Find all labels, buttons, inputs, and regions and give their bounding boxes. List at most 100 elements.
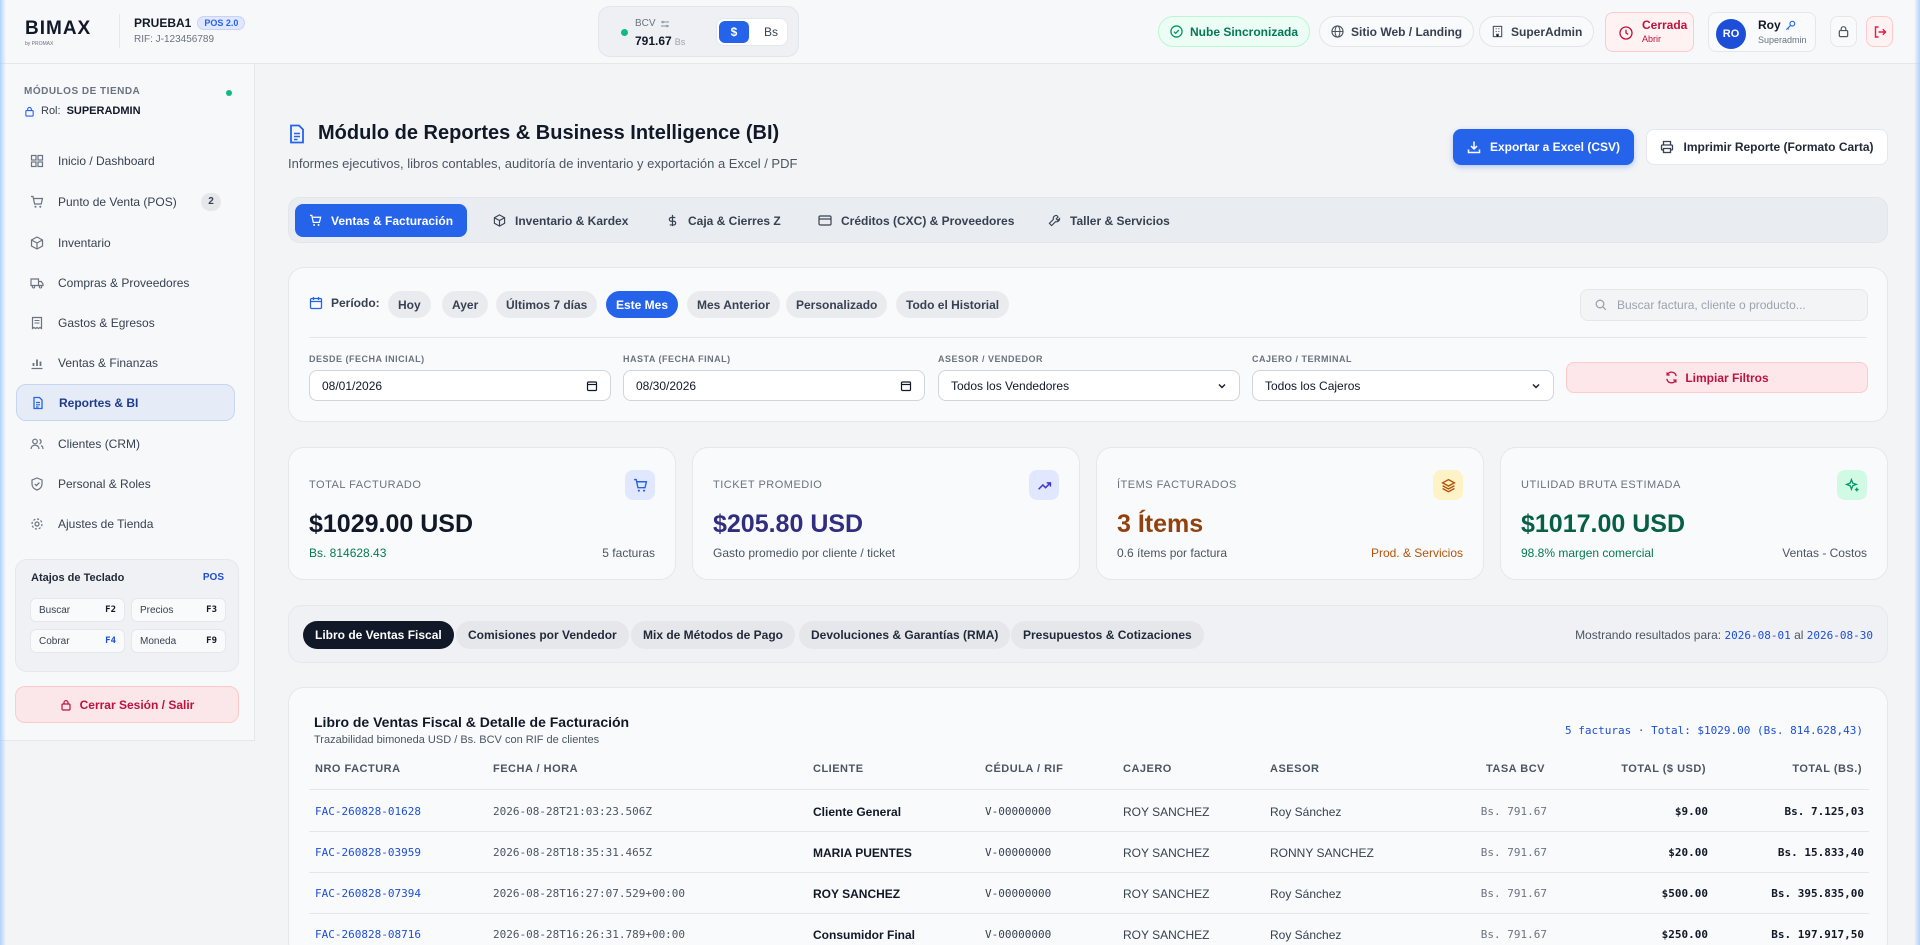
page-subtitle: Informes ejecutivos, libros contables, a… [288, 156, 798, 171]
clear-filters-button[interactable]: Limpiar Filtros [1566, 362, 1868, 393]
column-header[interactable]: NRO FACTURA [315, 763, 401, 775]
divider [309, 337, 1867, 338]
rate-label: BCV [635, 18, 656, 29]
column-header[interactable]: CÉDULA / RIF [985, 763, 1063, 775]
currency-usd-button[interactable]: $ [719, 21, 749, 43]
sidebar-item-expenses[interactable]: Gastos & Egresos [16, 304, 235, 341]
table-row[interactable]: FAC-260828-07394 2026-08-28T16:27:07.529+… [289, 872, 1889, 914]
sidebar-item-reports[interactable]: Reportes & BI [16, 384, 235, 421]
sidebar-item-inventory[interactable]: Inventario [16, 224, 235, 261]
kpi-average-ticket: TICKET PROMEDIO $205.80 USD Gasto promed… [692, 447, 1080, 580]
currency-toggle: $ Bs [716, 18, 788, 46]
tab-sales-billing[interactable]: Ventas & Facturación [295, 204, 468, 237]
calendar-icon[interactable] [900, 380, 912, 392]
logout-button[interactable]: Cerrar Sesión / Salir [15, 686, 239, 723]
column-header[interactable]: CLIENTE [813, 763, 864, 775]
invoice-number-link[interactable]: FAC-260828-08716 [315, 928, 421, 941]
total-bs: Bs. 7.125,03 [1784, 805, 1864, 818]
tab-cash-closings[interactable]: Caja & Cierres Z [652, 204, 795, 237]
tab-credits-suppliers[interactable]: Créditos (CXC) & Proveedores [804, 204, 1028, 237]
currency-bs-button[interactable]: Bs [757, 21, 785, 43]
invoice-number-link[interactable]: FAC-260828-01628 [315, 805, 421, 818]
column-header[interactable]: TOTAL ($ USD) [1621, 763, 1706, 775]
from-date-field[interactable]: 08/01/2026 [309, 370, 611, 401]
date-range-summary: Mostrando resultados para: 2026-08-01 al… [1575, 628, 1873, 642]
to-date-value: 08/30/2026 [636, 378, 697, 393]
cashier-label: CAJERO / TERMINAL [1252, 354, 1353, 364]
sidebar-item-label: Clientes (CRM) [58, 436, 141, 451]
period-last-month-chip[interactable]: Mes Anterior [687, 291, 780, 318]
page-title: Módulo de Reportes & Business Intelligen… [318, 122, 780, 144]
chart-icon [30, 356, 44, 370]
shortcut-label: Cobrar [39, 635, 70, 647]
tab-commissions[interactable]: Comisiones por Vendedor [456, 621, 629, 649]
sidebar-item-sales-finance[interactable]: Ventas & Finanzas [16, 344, 235, 381]
table-row[interactable]: FAC-260828-08716 2026-08-28T16:26:31.789+… [289, 913, 1889, 945]
sparkle-icon [1837, 470, 1867, 500]
period-yesterday-chip[interactable]: Ayer [442, 291, 489, 318]
chevron-down-icon [1531, 381, 1541, 391]
sidebar-item-label: Ajustes de Tienda [58, 516, 154, 531]
globe-icon [1331, 25, 1344, 38]
table-title: Libro de Ventas Fiscal & Detalle de Fact… [314, 714, 630, 730]
total-bs: Bs. 395.835,00 [1771, 887, 1864, 900]
seller-label: ASESOR / VENDEDOR [938, 354, 1044, 364]
seller-select[interactable]: Todos los Vendedores [938, 370, 1240, 401]
sync-status-button[interactable]: Nube Sincronizada [1158, 16, 1311, 47]
column-header[interactable]: TOTAL (BS.) [1792, 763, 1862, 775]
sidebar-item-dashboard[interactable]: Inicio / Dashboard [16, 142, 235, 179]
to-date-field[interactable]: 08/30/2026 [623, 370, 925, 401]
period-this-month-chip[interactable]: Este Mes [606, 291, 679, 318]
search-placeholder: Buscar factura, cliente o producto... [1617, 298, 1806, 312]
showing-from: 2026-08-01 [1724, 629, 1791, 642]
online-dot [226, 90, 232, 96]
logout-button-top[interactable] [1866, 16, 1893, 47]
tab-inventory-kardex[interactable]: Inventario & Kardex [479, 204, 642, 237]
sidebar-item-settings[interactable]: Ajustes de Tienda [16, 505, 235, 542]
tab-payment-mix[interactable]: Mix de Métodos de Pago [631, 621, 796, 649]
column-header[interactable]: CAJERO [1123, 763, 1172, 775]
sidebar-item-purchases[interactable]: Compras & Proveedores [16, 264, 235, 301]
clock-icon [1619, 26, 1633, 40]
period-last7-chip[interactable]: Últimos 7 días [496, 291, 598, 318]
cash-register-status-button[interactable]: Cerrada Abrir [1605, 12, 1694, 52]
sliders-icon[interactable] [660, 19, 670, 29]
pos-version-badge: POS 2.0 [197, 16, 246, 30]
user-menu[interactable]: RO Roy Superadmin [1708, 12, 1816, 52]
period-today-chip[interactable]: Hoy [388, 291, 431, 318]
export-excel-button[interactable]: Exportar a Excel (CSV) [1453, 129, 1634, 165]
column-header[interactable]: FECHA / HORA [493, 763, 578, 775]
period-all-history-chip[interactable]: Todo el Historial [896, 291, 1010, 318]
filter-panel: Período: Hoy Ayer Últimos 7 días Este Me… [288, 267, 1888, 422]
lock-button[interactable] [1830, 16, 1857, 47]
report-tabs: Libro de Ventas Fiscal Comisiones por Ve… [288, 605, 1888, 663]
sidebar-item-crm[interactable]: Clientes (CRM) [16, 425, 235, 462]
invoice-number-link[interactable]: FAC-260828-03959 [315, 846, 421, 859]
sidebar-item-staff[interactable]: Personal & Roles [16, 465, 235, 502]
invoice-number-link[interactable]: FAC-260828-07394 [315, 887, 421, 900]
superadmin-button[interactable]: SuperAdmin [1479, 16, 1595, 47]
clear-filters-label: Limpiar Filtros [1685, 370, 1769, 385]
tab-quotes[interactable]: Presupuestos & Cotizaciones [1011, 621, 1204, 649]
tab-sales-book[interactable]: Libro de Ventas Fiscal [303, 621, 454, 649]
table-row[interactable]: FAC-260828-03959 2026-08-28T18:35:31.465Z… [289, 831, 1889, 873]
gear-icon [30, 517, 44, 531]
top-bar: BIMAX by PROMAX PRUEBA1 POS 2.0 RIF: J-12… [0, 0, 1920, 64]
brand-logo[interactable]: BIMAX by PROMAX [25, 18, 91, 47]
tab-workshop-services[interactable]: Taller & Servicios [1034, 204, 1184, 237]
cashier-select[interactable]: Todos los Cajeros [1252, 370, 1554, 401]
landing-button[interactable]: Sitio Web / Landing [1319, 16, 1475, 47]
calendar-icon[interactable] [586, 380, 598, 392]
seller-name: Roy Sánchez [1270, 805, 1342, 819]
tab-returns-rma[interactable]: Devoluciones & Garantías (RMA) [799, 621, 1011, 649]
edge-glow [1914, 0, 1920, 945]
column-header[interactable]: TASA BCV [1486, 763, 1545, 775]
column-header[interactable]: ASESOR [1270, 763, 1319, 775]
sidebar-item-pos[interactable]: Punto de Venta (POS) 2 [16, 183, 235, 220]
table-row[interactable]: FAC-260828-01628 2026-08-28T21:03:23.506Z… [289, 790, 1889, 832]
sidebar-item-label: Inicio / Dashboard [58, 153, 155, 168]
print-report-button[interactable]: Imprimir Reporte (Formato Carta) [1646, 129, 1888, 165]
search-input[interactable]: Buscar factura, cliente o producto... [1580, 289, 1868, 321]
edge-glow [0, 0, 6, 945]
period-custom-chip[interactable]: Personalizado [786, 291, 888, 318]
